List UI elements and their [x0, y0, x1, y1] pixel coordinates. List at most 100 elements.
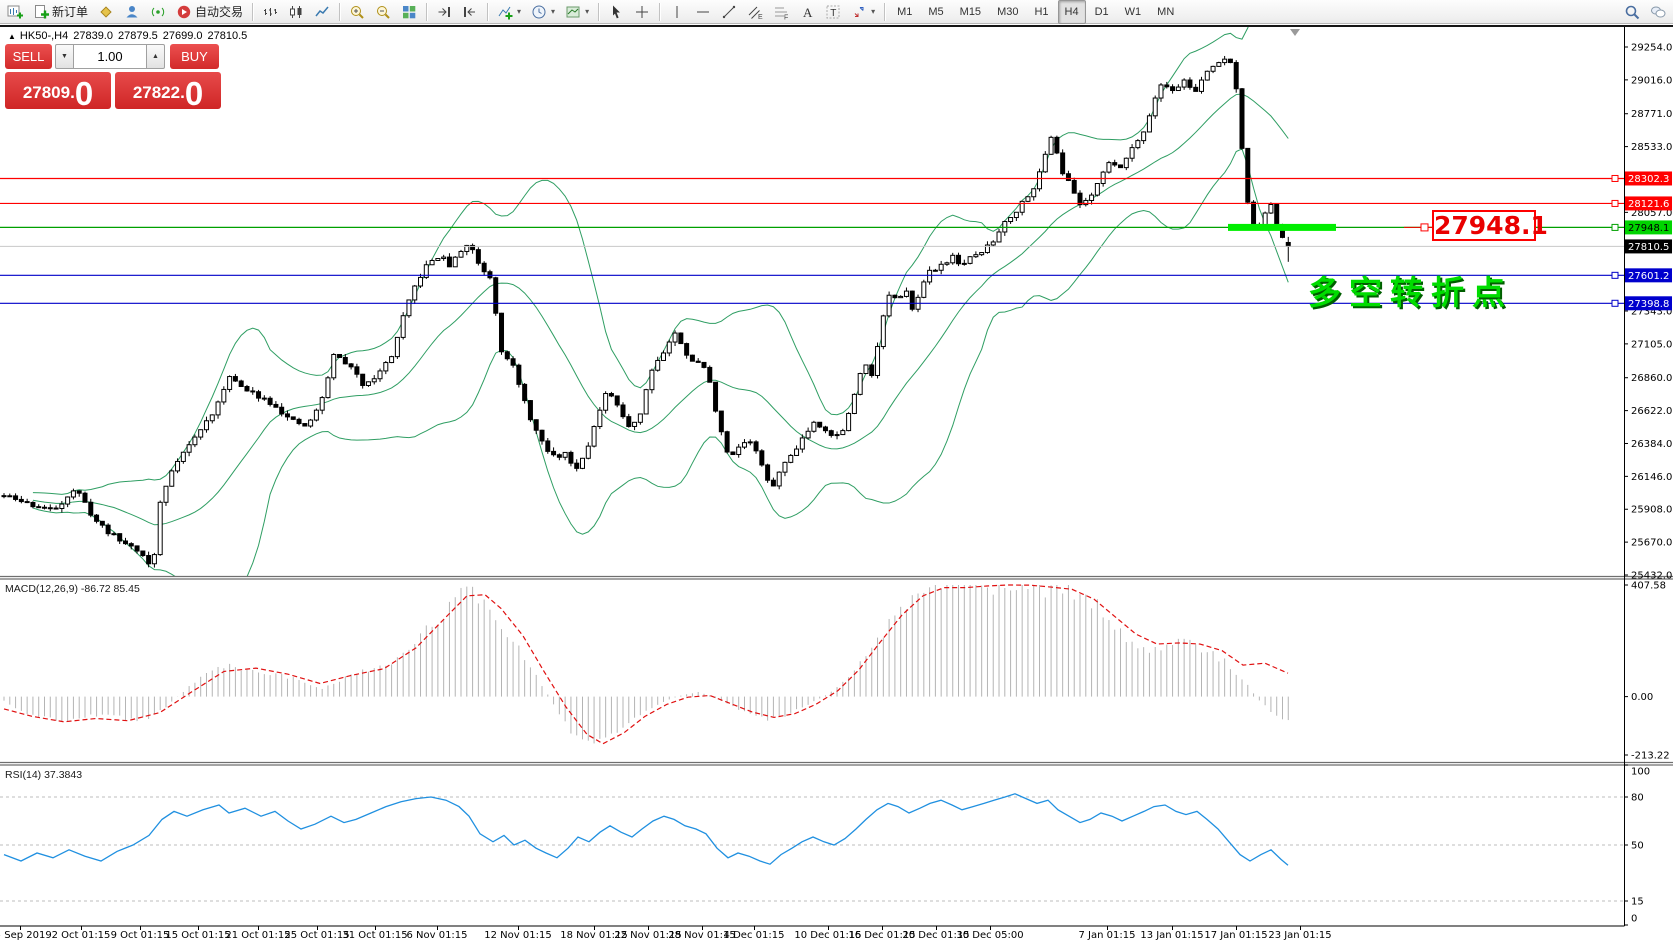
- ohlc-high: 27879.5: [118, 30, 158, 42]
- svg-text:25908.0: 25908.0: [1631, 505, 1672, 516]
- profiles-button[interactable]: [94, 1, 118, 23]
- svg-text:A: A: [803, 5, 813, 20]
- fibo-icon: F: [773, 4, 789, 20]
- bar-chart-button[interactable]: [258, 1, 282, 23]
- arrows-icon: [851, 4, 867, 20]
- autotrade-icon: [176, 4, 192, 20]
- svg-text:26146.0: 26146.0: [1631, 472, 1672, 483]
- text-button[interactable]: A: [795, 1, 819, 23]
- svg-text:13 Jan 01:15: 13 Jan 01:15: [1140, 930, 1203, 941]
- zoomout-icon: [375, 4, 391, 20]
- svg-text:27601.2: 27601.2: [1628, 271, 1669, 282]
- timeframe-button-mn[interactable]: MN: [1150, 0, 1181, 24]
- price-callout-label[interactable]: 27948.1: [1432, 210, 1536, 241]
- highlight-segment[interactable]: [1228, 224, 1336, 231]
- timeframe-button-d1[interactable]: D1: [1088, 0, 1116, 24]
- symbol-ohlc-line: ▲HK50-,H427839.027879.527699.027810.5: [8, 30, 252, 42]
- tline-icon: [721, 4, 737, 20]
- timeframe-button-h4[interactable]: H4: [1058, 0, 1086, 24]
- zoom-out-button[interactable]: [371, 1, 395, 23]
- toolbar-separator: [884, 3, 885, 21]
- periods-icon: [531, 4, 547, 20]
- profile-icon: [98, 4, 114, 20]
- new-chart-button[interactable]: [3, 1, 27, 23]
- toolbar-separator: [426, 3, 427, 21]
- svg-text:29254.0: 29254.0: [1631, 43, 1672, 54]
- dropdown-caret-icon: ▾: [517, 7, 521, 16]
- scrollend-icon: [436, 4, 452, 20]
- svg-text:17 Jan 01:15: 17 Jan 01:15: [1204, 930, 1267, 941]
- svg-text:F: F: [784, 14, 788, 20]
- svg-text:28121.6: 28121.6: [1628, 199, 1669, 210]
- sell-price-tile[interactable]: 27809.0: [5, 72, 111, 109]
- chat-icon: [1650, 4, 1666, 20]
- svg-text:21 Oct 01:15: 21 Oct 01:15: [225, 930, 290, 941]
- horizontal-line-button[interactable]: [691, 1, 715, 23]
- periods-button[interactable]: ▾: [527, 1, 559, 23]
- svg-text:9 Oct 01:15: 9 Oct 01:15: [111, 930, 170, 941]
- fibonacci-button[interactable]: F: [769, 1, 793, 23]
- volume-increase-button[interactable]: ▲: [146, 44, 165, 69]
- arrows-button[interactable]: ▾: [847, 1, 879, 23]
- indicators-button[interactable]: ▾: [493, 1, 525, 23]
- channel-button[interactable]: E: [743, 1, 767, 23]
- new-order-button[interactable]: 新订单: [29, 1, 92, 23]
- macd-indicator-label: MACD(12,26,9) -86.72 85.45: [5, 583, 140, 595]
- autotrading-button[interactable]: 自动交易: [172, 1, 247, 23]
- buy-button[interactable]: BUY: [170, 44, 219, 69]
- trendline-button[interactable]: [717, 1, 741, 23]
- svg-text:80: 80: [1631, 793, 1644, 804]
- turning-point-annotation[interactable]: 多空转折点: [1308, 266, 1513, 314]
- crosshair-button[interactable]: [630, 1, 654, 23]
- templates-button[interactable]: ▾: [561, 1, 593, 23]
- chart-shift-button[interactable]: [458, 1, 482, 23]
- timeframe-button-m15[interactable]: M15: [953, 0, 988, 24]
- timeframe-button-h1[interactable]: H1: [1027, 0, 1055, 24]
- text-label-button[interactable]: T: [821, 1, 845, 23]
- sell-button[interactable]: SELL: [5, 44, 52, 69]
- svg-text:50: 50: [1631, 841, 1644, 852]
- svg-text:26860.0: 26860.0: [1631, 373, 1672, 384]
- search-button[interactable]: [1620, 1, 1644, 23]
- rsi-indicator-label: RSI(14) 37.3843: [5, 769, 82, 781]
- buy-price-tile[interactable]: 27822.0: [115, 72, 221, 109]
- template-icon: [565, 4, 581, 20]
- svg-text:2 Oct 01:15: 2 Oct 01:15: [52, 930, 111, 941]
- timeframe-button-w1[interactable]: W1: [1118, 0, 1149, 24]
- svg-text:29016.0: 29016.0: [1631, 75, 1672, 86]
- community-icon: [124, 4, 140, 20]
- svg-text:100: 100: [1631, 767, 1650, 778]
- signal-icon: [150, 4, 166, 20]
- line-chart-button[interactable]: [310, 1, 334, 23]
- toolbar-separator: [487, 3, 488, 21]
- panel-expander-icon[interactable]: ▲: [8, 32, 16, 41]
- volume-decrease-button[interactable]: ▼: [55, 44, 74, 69]
- community-button[interactable]: [120, 1, 144, 23]
- ohlc-low: 27699.0: [163, 30, 203, 42]
- signals-button[interactable]: [146, 1, 170, 23]
- chart-area[interactable]: 29254.029016.028771.028533.028057.027343…: [0, 0, 1673, 943]
- tile-windows-button[interactable]: [397, 1, 421, 23]
- vertical-line-button[interactable]: [665, 1, 689, 23]
- timeframe-button-m30[interactable]: M30: [990, 0, 1025, 24]
- timeframe-button-m1[interactable]: M1: [890, 0, 919, 24]
- autotrading-button-label: 自动交易: [195, 3, 243, 20]
- ohlc-close: 27810.5: [208, 30, 248, 42]
- sell-price-decimal: 0: [75, 79, 93, 108]
- candlestick-chart-button[interactable]: [284, 1, 308, 23]
- chartplus-icon: [7, 4, 23, 20]
- volume-input[interactable]: 1.00: [74, 44, 146, 69]
- cursor-button[interactable]: [604, 1, 628, 23]
- svg-text:25 Oct 01:15: 25 Oct 01:15: [284, 930, 349, 941]
- zoomin-icon: [349, 4, 365, 20]
- auto-scroll-button[interactable]: [432, 1, 456, 23]
- toolbar-separator: [598, 3, 599, 21]
- timeframe-button-m5[interactable]: M5: [921, 0, 950, 24]
- tiles-icon: [401, 4, 417, 20]
- svg-text:27810.5: 27810.5: [1628, 242, 1669, 253]
- buy-price-decimal: 0: [185, 79, 203, 108]
- toolbar: 新订单自动交易▾▾▾EFAT▾M1M5M15M30H1H4D1W1MN: [0, 0, 1673, 24]
- svg-text:26384.0: 26384.0: [1631, 439, 1672, 450]
- chat-button[interactable]: [1646, 1, 1670, 23]
- zoom-in-button[interactable]: [345, 1, 369, 23]
